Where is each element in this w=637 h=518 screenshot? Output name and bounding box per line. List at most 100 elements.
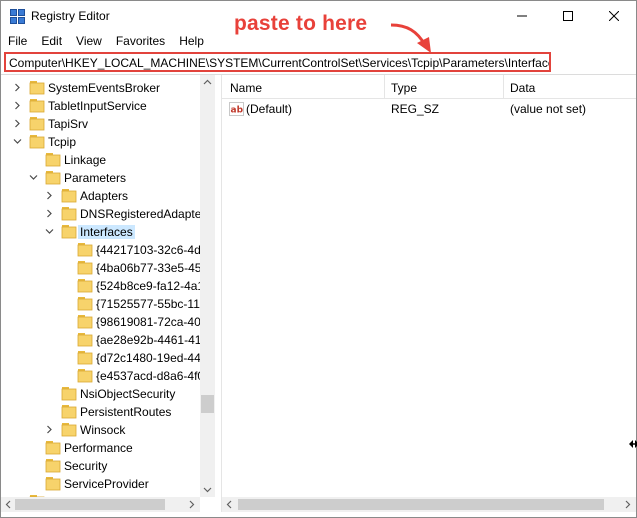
- tree-item-label: Interfaces: [78, 225, 135, 239]
- scroll-up-icon[interactable]: [203, 78, 212, 87]
- tree-item-label: {4ba06b77-33e5-450: [96, 261, 209, 275]
- menu-view[interactable]: View: [69, 31, 109, 51]
- folder-open-icon: [61, 225, 77, 239]
- tree-item-label: {e4537acd-d8a6-4f0: [96, 369, 205, 383]
- tree-item-label: SystemEventsBroker: [48, 81, 161, 95]
- values-list[interactable]: Name Type Data ab (Default) REG_SZ (valu…: [222, 75, 636, 512]
- tree-item-label: NsiObjectSecurity: [80, 387, 176, 401]
- menu-favorites[interactable]: Favorites: [109, 31, 172, 51]
- scroll-right-icon[interactable]: [187, 500, 196, 509]
- tree-item[interactable]: Winsock: [1, 421, 201, 439]
- tree-vertical-scrollbar[interactable]: [200, 75, 215, 497]
- menu-bar: File Edit View Favorites Help: [1, 31, 211, 51]
- chevron-right-icon[interactable]: [13, 101, 22, 110]
- tree-item[interactable]: TabletInputService: [1, 97, 201, 115]
- column-header-data[interactable]: Data: [510, 81, 535, 95]
- maximize-icon: [563, 11, 573, 21]
- window-title: Registry Editor: [31, 9, 110, 23]
- tree-item[interactable]: Interfaces: [1, 223, 201, 241]
- tree-item[interactable]: TapiSrv: [1, 115, 201, 133]
- chevron-down-icon[interactable]: [45, 227, 54, 236]
- tree-item-label: TapiSrv: [48, 117, 89, 131]
- tree-item[interactable]: PersistentRoutes: [1, 403, 201, 421]
- folder-icon: [61, 207, 77, 221]
- tree-item-label: Security: [64, 459, 108, 473]
- pane-splitter[interactable]: [215, 75, 222, 512]
- tree-item-label: {d72c1480-19ed-44a: [96, 351, 208, 365]
- tree-item[interactable]: Performance: [1, 439, 201, 457]
- maximize-button[interactable]: [545, 1, 591, 31]
- tree-item[interactable]: {524b8ce9-fa12-4a1: [1, 277, 204, 295]
- tree-item-label: Linkage: [64, 153, 107, 167]
- tree-item[interactable]: DNSRegisteredAdapters: [1, 205, 211, 223]
- chevron-right-icon[interactable]: [45, 425, 54, 434]
- tree-item[interactable]: Tcpip: [1, 133, 201, 151]
- scroll-left-icon[interactable]: [225, 500, 234, 509]
- folder-icon: [61, 405, 77, 419]
- tree-item[interactable]: ServiceProvider: [1, 475, 201, 493]
- folder-icon: [77, 297, 93, 311]
- folder-icon: [77, 279, 93, 293]
- list-row[interactable]: ab (Default) REG_SZ (value not set): [222, 99, 636, 119]
- title-bar[interactable]: Registry Editor paste to here: [1, 1, 637, 53]
- tree-item-label: DNSRegisteredAdapters: [80, 207, 212, 221]
- tree-scroll-thumb[interactable]: [201, 395, 214, 413]
- address-bar[interactable]: Computer\HKEY_LOCAL_MACHINE\SYSTEM\Curre…: [4, 52, 551, 72]
- registry-editor-window: Registry Editor paste to here File Edit …: [0, 0, 637, 518]
- tree-item[interactable]: {ae28e92b-4461-419: [1, 331, 208, 349]
- tree-item[interactable]: SystemEventsBroker: [1, 79, 201, 97]
- menu-help[interactable]: Help: [172, 31, 211, 51]
- chevron-right-icon[interactable]: [45, 209, 54, 218]
- column-separator[interactable]: [503, 75, 504, 99]
- tree-item[interactable]: NsiObjectSecurity: [1, 385, 201, 403]
- svg-text:ab: ab: [231, 106, 244, 116]
- scroll-down-icon[interactable]: [203, 485, 212, 494]
- tree-item[interactable]: {d72c1480-19ed-44a: [1, 349, 207, 367]
- column-separator[interactable]: [384, 75, 385, 99]
- folder-icon: [61, 387, 77, 401]
- tree-item[interactable]: {98619081-72ca-402: [1, 313, 207, 331]
- folder-icon: [29, 117, 45, 131]
- scroll-right-icon[interactable]: [623, 500, 632, 509]
- key-tree[interactable]: SystemEventsBroker TabletInputService Tapi…: [1, 75, 215, 509]
- tree-item-label: PersistentRoutes: [80, 405, 172, 419]
- chevron-right-icon[interactable]: [13, 83, 22, 92]
- tree-item[interactable]: Adapters: [1, 187, 201, 205]
- menu-file[interactable]: File: [1, 31, 34, 51]
- scroll-left-icon[interactable]: [4, 500, 13, 509]
- tree-item[interactable]: {4ba06b77-33e5-450: [1, 259, 208, 277]
- chevron-down-icon[interactable]: [13, 137, 22, 146]
- folder-icon: [29, 81, 45, 95]
- chevron-right-icon[interactable]: [45, 191, 54, 200]
- string-value-icon: ab: [229, 102, 244, 116]
- value-name: (Default): [246, 102, 293, 116]
- list-horizontal-scrollbar[interactable]: [222, 497, 636, 512]
- folder-icon: [77, 261, 93, 275]
- tree-item-label: {ae28e92b-4461-419: [96, 333, 209, 347]
- tree-item-label: ServiceProvider: [64, 477, 149, 491]
- folder-icon: [77, 243, 93, 257]
- menu-edit[interactable]: Edit: [34, 31, 69, 51]
- folder-open-icon: [29, 135, 45, 149]
- tree-item-label: Performance: [64, 441, 133, 455]
- minimize-button[interactable]: [499, 1, 545, 31]
- minimize-icon: [517, 15, 527, 17]
- folder-icon: [77, 351, 93, 365]
- annotation-text: paste to here: [234, 12, 368, 35]
- close-button[interactable]: [591, 1, 637, 31]
- value-data: (value not set): [510, 102, 587, 116]
- column-header-name[interactable]: Name: [230, 81, 262, 95]
- tree-horizontal-scrollbar[interactable]: [1, 497, 200, 512]
- tree-item-label: Tcpip: [48, 135, 77, 149]
- tree-item[interactable]: {44217103-32c6-4d8: [1, 241, 207, 259]
- tree-item[interactable]: {e4537acd-d8a6-4f0: [1, 367, 204, 385]
- chevron-down-icon[interactable]: [29, 173, 38, 182]
- list-hscroll-thumb[interactable]: [238, 499, 604, 510]
- column-header-type[interactable]: Type: [391, 81, 417, 95]
- tree-item[interactable]: Parameters: [1, 169, 201, 187]
- tree-item[interactable]: Security: [1, 457, 201, 475]
- chevron-right-icon[interactable]: [13, 119, 22, 128]
- tree-item[interactable]: Linkage: [1, 151, 201, 169]
- tree-item[interactable]: {71525577-55bc-11e: [1, 295, 207, 313]
- tree-hscroll-thumb[interactable]: [15, 499, 165, 510]
